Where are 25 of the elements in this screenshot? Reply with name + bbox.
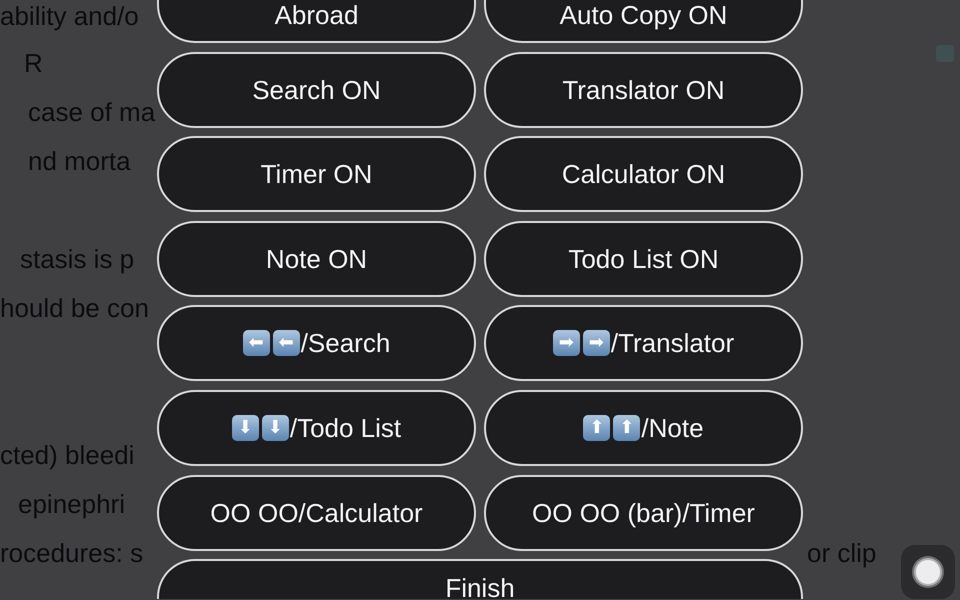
- assistive-touch-button[interactable]: [901, 545, 955, 599]
- shortcut-button[interactable]: ⬆ ⬆ /Note: [484, 390, 803, 466]
- option-button[interactable]: Auto Copy ON: [484, 0, 803, 43]
- option-button[interactable]: Note ON: [157, 220, 476, 297]
- arrow-key-emoji: ⬆: [583, 414, 610, 441]
- arrow-key-emoji: ⬇: [232, 414, 259, 441]
- arrow-key-emoji: ⬅: [272, 330, 300, 356]
- arrow-key-emoji: ⬇: [262, 414, 289, 441]
- arrow-key-emoji: ➡: [552, 330, 580, 356]
- circle-icon: [912, 556, 944, 588]
- arrow-key-emoji: ⬅: [242, 330, 270, 356]
- option-button[interactable]: Search ON: [157, 52, 476, 128]
- option-button[interactable]: Timer ON: [157, 136, 476, 212]
- option-button[interactable]: OO OO/Calculator: [157, 474, 476, 551]
- option-button[interactable]: Abroad: [157, 0, 476, 43]
- arrow-key-emoji: ⬆: [613, 414, 640, 441]
- shortcut-button[interactable]: ➡ ➡ /Translator: [484, 305, 803, 382]
- option-button[interactable]: Calculator ON: [484, 136, 803, 212]
- shortcut-button[interactable]: ⬅ ⬅ /Search: [157, 305, 476, 382]
- option-button[interactable]: Translator ON: [484, 52, 803, 128]
- option-button[interactable]: Todo List ON: [484, 220, 803, 297]
- finish-button[interactable]: Finish: [157, 559, 803, 600]
- shortcut-button[interactable]: ⬇ ⬇ /Todo List: [157, 390, 476, 466]
- option-button[interactable]: OO OO (bar)/Timer: [484, 474, 803, 551]
- arrow-key-emoji: ➡: [582, 330, 610, 356]
